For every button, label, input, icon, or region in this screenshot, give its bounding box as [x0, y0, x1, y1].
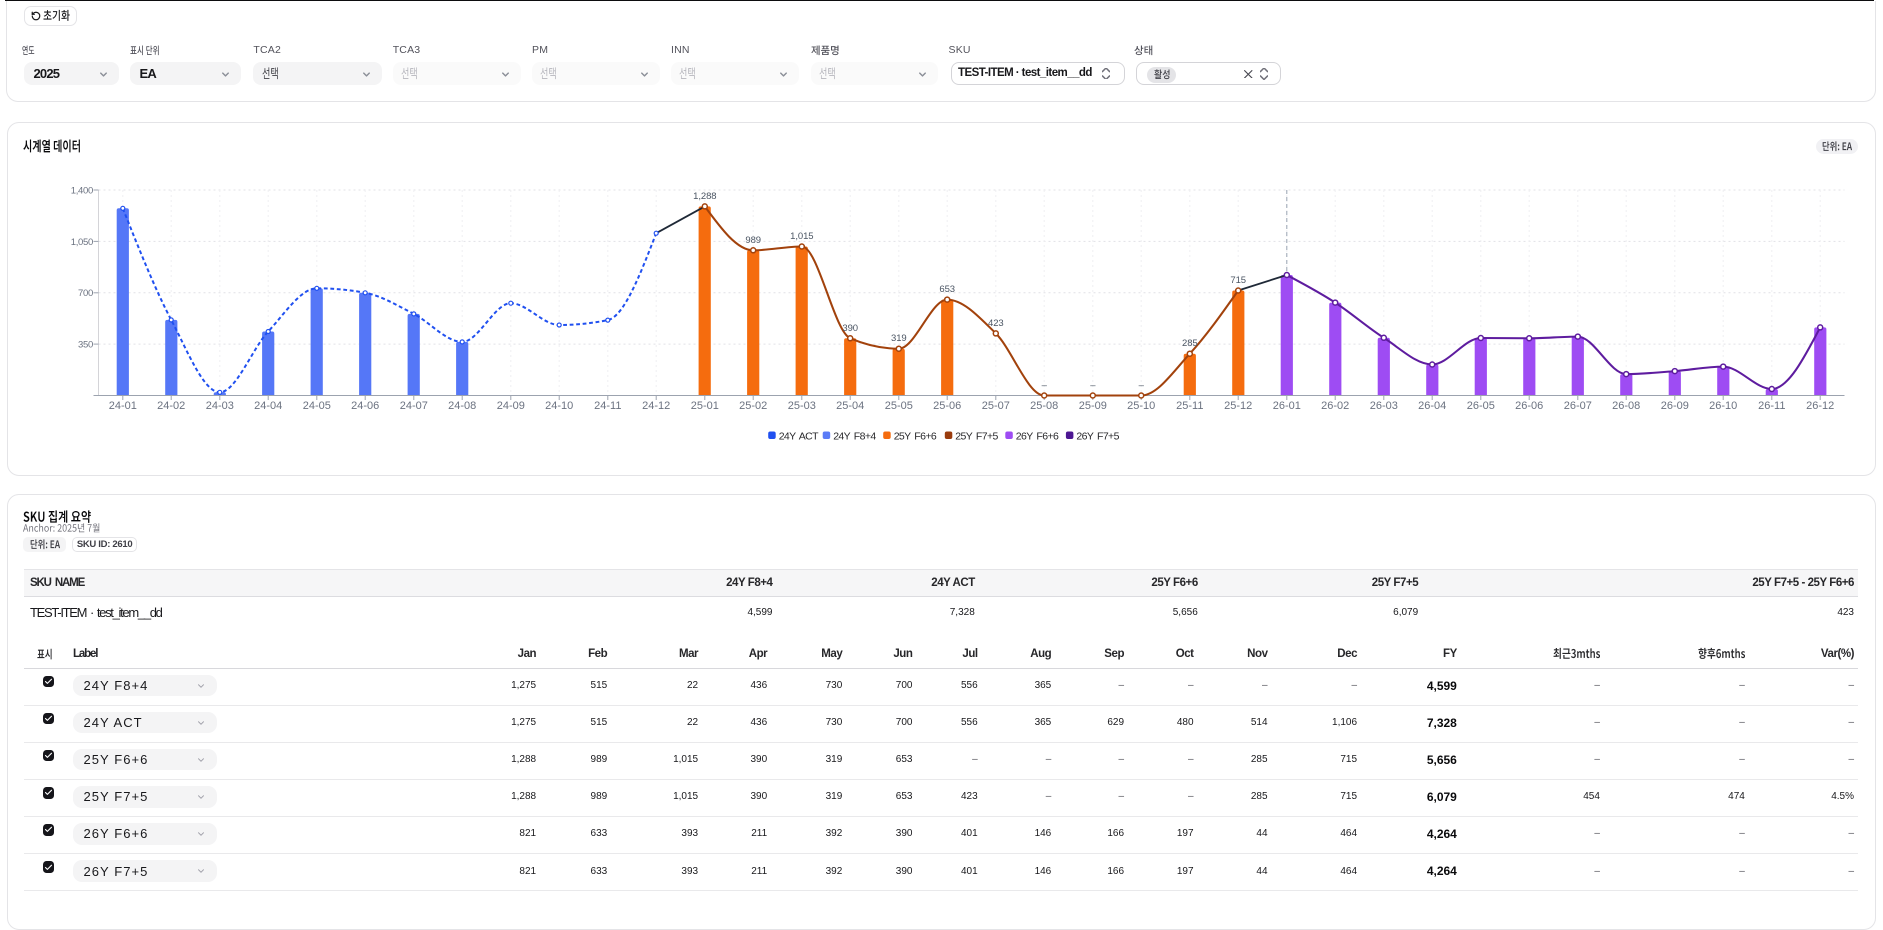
svg-text:25-09: 25-09	[1079, 400, 1107, 412]
svg-text:26-04: 26-04	[1418, 400, 1446, 412]
svg-text:653: 653	[939, 284, 955, 295]
svg-text:350: 350	[78, 340, 93, 351]
svg-text:25Y F7+5: 25Y F7+5	[955, 431, 998, 443]
svg-text:25-06: 25-06	[933, 400, 961, 412]
svg-text:26-06: 26-06	[1515, 400, 1543, 412]
svg-text:24Y ACT: 24Y ACT	[779, 431, 819, 443]
svg-text:24-09: 24-09	[497, 400, 525, 412]
svg-text:25-02: 25-02	[739, 400, 767, 412]
svg-text:25-08: 25-08	[1030, 400, 1058, 412]
svg-text:26-01: 26-01	[1273, 400, 1301, 412]
svg-text:–: –	[1139, 380, 1145, 391]
svg-text:25-03: 25-03	[788, 400, 816, 412]
svg-text:715: 715	[1230, 275, 1246, 286]
svg-text:24Y F8+4: 24Y F8+4	[833, 431, 876, 443]
svg-text:423: 423	[988, 318, 1004, 329]
svg-text:25-12: 25-12	[1224, 400, 1252, 412]
svg-text:24-03: 24-03	[206, 400, 234, 412]
svg-text:–: –	[1090, 380, 1096, 391]
svg-text:24-01: 24-01	[109, 400, 137, 412]
svg-text:26-10: 26-10	[1709, 400, 1737, 412]
svg-text:285: 285	[1182, 338, 1198, 349]
svg-text:26-09: 26-09	[1661, 400, 1689, 412]
svg-text:26-03: 26-03	[1370, 400, 1398, 412]
svg-text:1,288: 1,288	[693, 191, 716, 202]
svg-text:25-05: 25-05	[885, 400, 913, 412]
svg-text:989: 989	[745, 235, 761, 246]
svg-text:25-01: 25-01	[691, 400, 719, 412]
svg-text:319: 319	[891, 333, 907, 344]
svg-text:26-11: 26-11	[1758, 400, 1785, 412]
svg-text:24-08: 24-08	[448, 400, 476, 412]
svg-text:26-02: 26-02	[1321, 400, 1349, 412]
svg-text:24-06: 24-06	[351, 400, 379, 412]
svg-text:25-07: 25-07	[982, 400, 1010, 412]
svg-text:26-07: 26-07	[1564, 400, 1592, 412]
svg-text:26Y F6+6: 26Y F6+6	[1016, 431, 1059, 443]
svg-text:390: 390	[842, 323, 858, 334]
svg-text:24-05: 24-05	[303, 400, 331, 412]
svg-text:1,015: 1,015	[790, 231, 813, 242]
svg-text:24-11: 24-11	[594, 400, 621, 412]
svg-text:25Y F6+6: 25Y F6+6	[894, 431, 937, 443]
svg-text:1,050: 1,050	[71, 237, 93, 248]
svg-text:26-12: 26-12	[1806, 400, 1834, 412]
svg-text:24-10: 24-10	[545, 400, 573, 412]
svg-text:24-07: 24-07	[400, 400, 428, 412]
svg-text:24-02: 24-02	[157, 400, 185, 412]
svg-text:25-10: 25-10	[1127, 400, 1155, 412]
svg-text:1,400: 1,400	[71, 186, 93, 197]
svg-text:24-12: 24-12	[642, 400, 670, 412]
svg-text:26-08: 26-08	[1612, 400, 1640, 412]
svg-text:26-05: 26-05	[1467, 400, 1495, 412]
svg-text:700: 700	[78, 288, 93, 299]
svg-text:–: –	[1042, 380, 1048, 391]
svg-text:25-04: 25-04	[836, 400, 864, 412]
svg-text:25-11: 25-11	[1176, 400, 1203, 412]
svg-text:24-04: 24-04	[254, 400, 282, 412]
svg-text:26Y F7+5: 26Y F7+5	[1076, 431, 1119, 443]
